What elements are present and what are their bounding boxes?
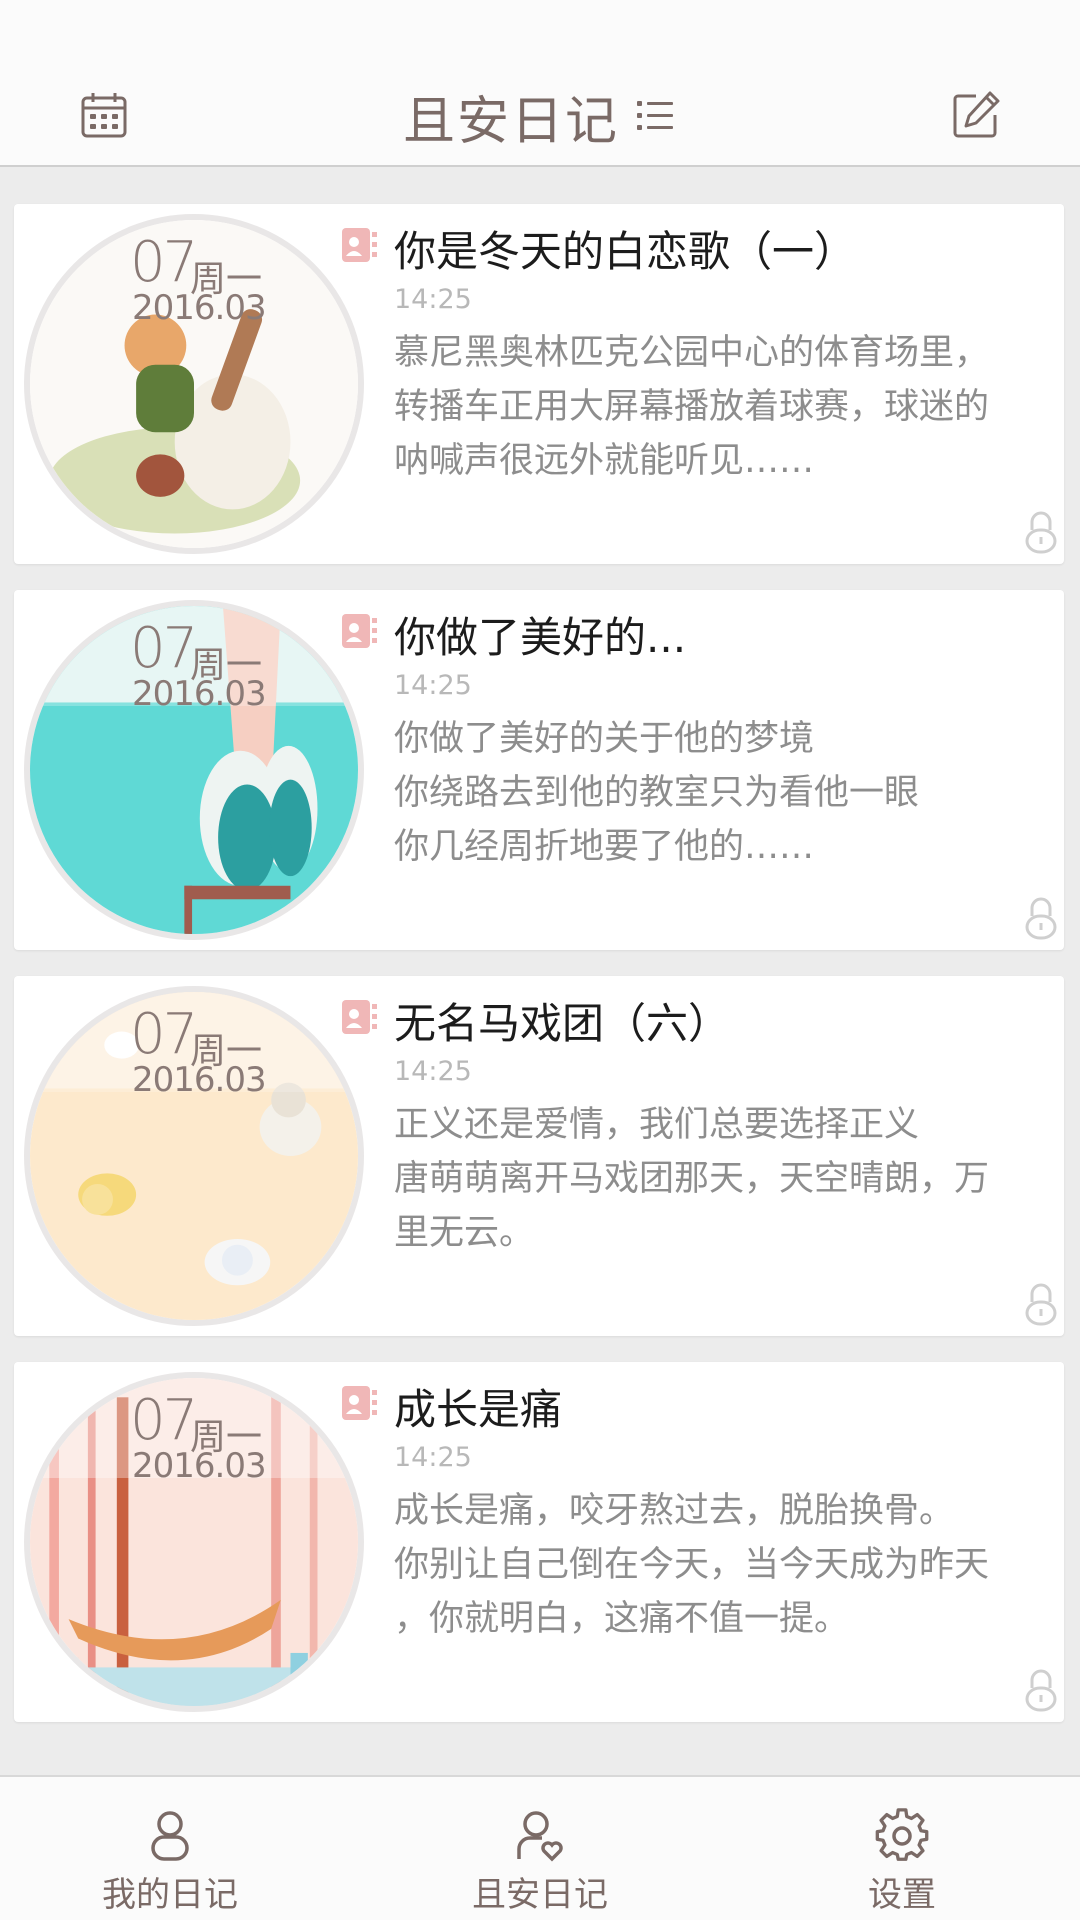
diary-cover-image: 07 周一 2016.03: [24, 986, 364, 1326]
diary-title: 你做了美好的...: [394, 613, 687, 662]
diary-day: 07: [130, 616, 198, 681]
diary-time: 14:25: [394, 284, 472, 315]
person-heart-icon: [517, 1811, 563, 1862]
diary-excerpt: 成长是痛，咬牙熬过去，脱胎换骨。 你别让自己倒在今天，当今天成为昨天 ，你就明白…: [394, 1491, 990, 1639]
top-app-bar: 且安日记: [0, 0, 1080, 167]
diary-card[interactable]: 07 周一 2016.03 无名马戏团（六） 14:25 正义还是爱情，我们总要…: [14, 976, 1064, 1336]
diary-day: 07: [130, 1388, 198, 1453]
lock-icon[interactable]: [1024, 1282, 1058, 1326]
diary-title: 你是冬天的白恋歌（一）: [394, 227, 857, 276]
lock-icon[interactable]: [1024, 1668, 1058, 1712]
diary-tag-icon: [342, 1386, 377, 1420]
diary-time: 14:25: [394, 1442, 472, 1473]
diary-cover-image: 07 周一 2016.03: [24, 1372, 364, 1712]
diary-card[interactable]: 07 周一 2016.03 你是冬天的白恋歌（一） 14:25 慕尼黑奥林匹克公…: [14, 204, 1064, 564]
gear-icon: [875, 1808, 929, 1861]
diary-card[interactable]: 07 周一 2016.03 成长是痛 14:25 成长是痛，咬牙熬过去，脱胎换骨…: [14, 1362, 1064, 1722]
diary-tag-icon: [342, 1000, 377, 1034]
nav-label: 设置: [868, 1875, 936, 1915]
diary-year-month: 2016.03: [132, 1446, 267, 1486]
nav-settings[interactable]: 设置: [792, 1807, 1012, 1916]
diary-title: 无名马戏团（六）: [394, 999, 731, 1048]
diary-excerpt: 慕尼黑奥林匹克公园中心的体育场里， 转播车正用大屏幕播放着球赛，球迷的 呐喊声很…: [394, 333, 990, 481]
bottom-navigation: 我的日记 且安日记 设置: [0, 1775, 1080, 1920]
nav-label: 且安日记: [472, 1875, 608, 1915]
diary-tag-icon: [342, 228, 377, 262]
diary-excerpt: 正义还是爱情，我们总要选择正义 唐萌萌离开马戏团那天，天空晴朗，万 里无云。: [394, 1105, 990, 1253]
nav-my-diary[interactable]: 我的日记: [60, 1807, 280, 1916]
diary-tag-icon: [342, 614, 377, 648]
lock-icon[interactable]: [1024, 896, 1058, 940]
nav-label: 我的日记: [102, 1875, 238, 1915]
diary-time: 14:25: [394, 670, 472, 701]
person-icon: [151, 1811, 189, 1861]
app-title-switcher[interactable]: 且安日记: [0, 82, 1080, 152]
diary-day: 07: [130, 1002, 198, 1067]
edit-icon[interactable]: [946, 85, 1006, 145]
diary-cover-image: 07 周一 2016.03: [24, 214, 364, 554]
diary-year-month: 2016.03: [132, 674, 267, 714]
diary-card[interactable]: 07 周一 2016.03 你做了美好的... 14:25 你做了美好的关于他的…: [14, 590, 1064, 950]
lock-icon[interactable]: [1024, 510, 1058, 554]
diary-day: 07: [130, 230, 198, 295]
diary-year-month: 2016.03: [132, 1060, 267, 1100]
diary-cover-image: 07 周一 2016.03: [24, 600, 364, 940]
diary-excerpt: 你做了美好的关于他的梦境 你绕路去到他的教室只为看他一眼 你几经周折地要了他的……: [394, 719, 920, 867]
app-title: 且安日记: [402, 91, 619, 152]
list-icon: [637, 101, 673, 130]
diary-year-month: 2016.03: [132, 288, 267, 328]
diary-time: 14:25: [394, 1056, 472, 1087]
diary-title: 成长是痛: [394, 1385, 563, 1434]
nav-qiean-diary[interactable]: 且安日记: [430, 1807, 650, 1916]
